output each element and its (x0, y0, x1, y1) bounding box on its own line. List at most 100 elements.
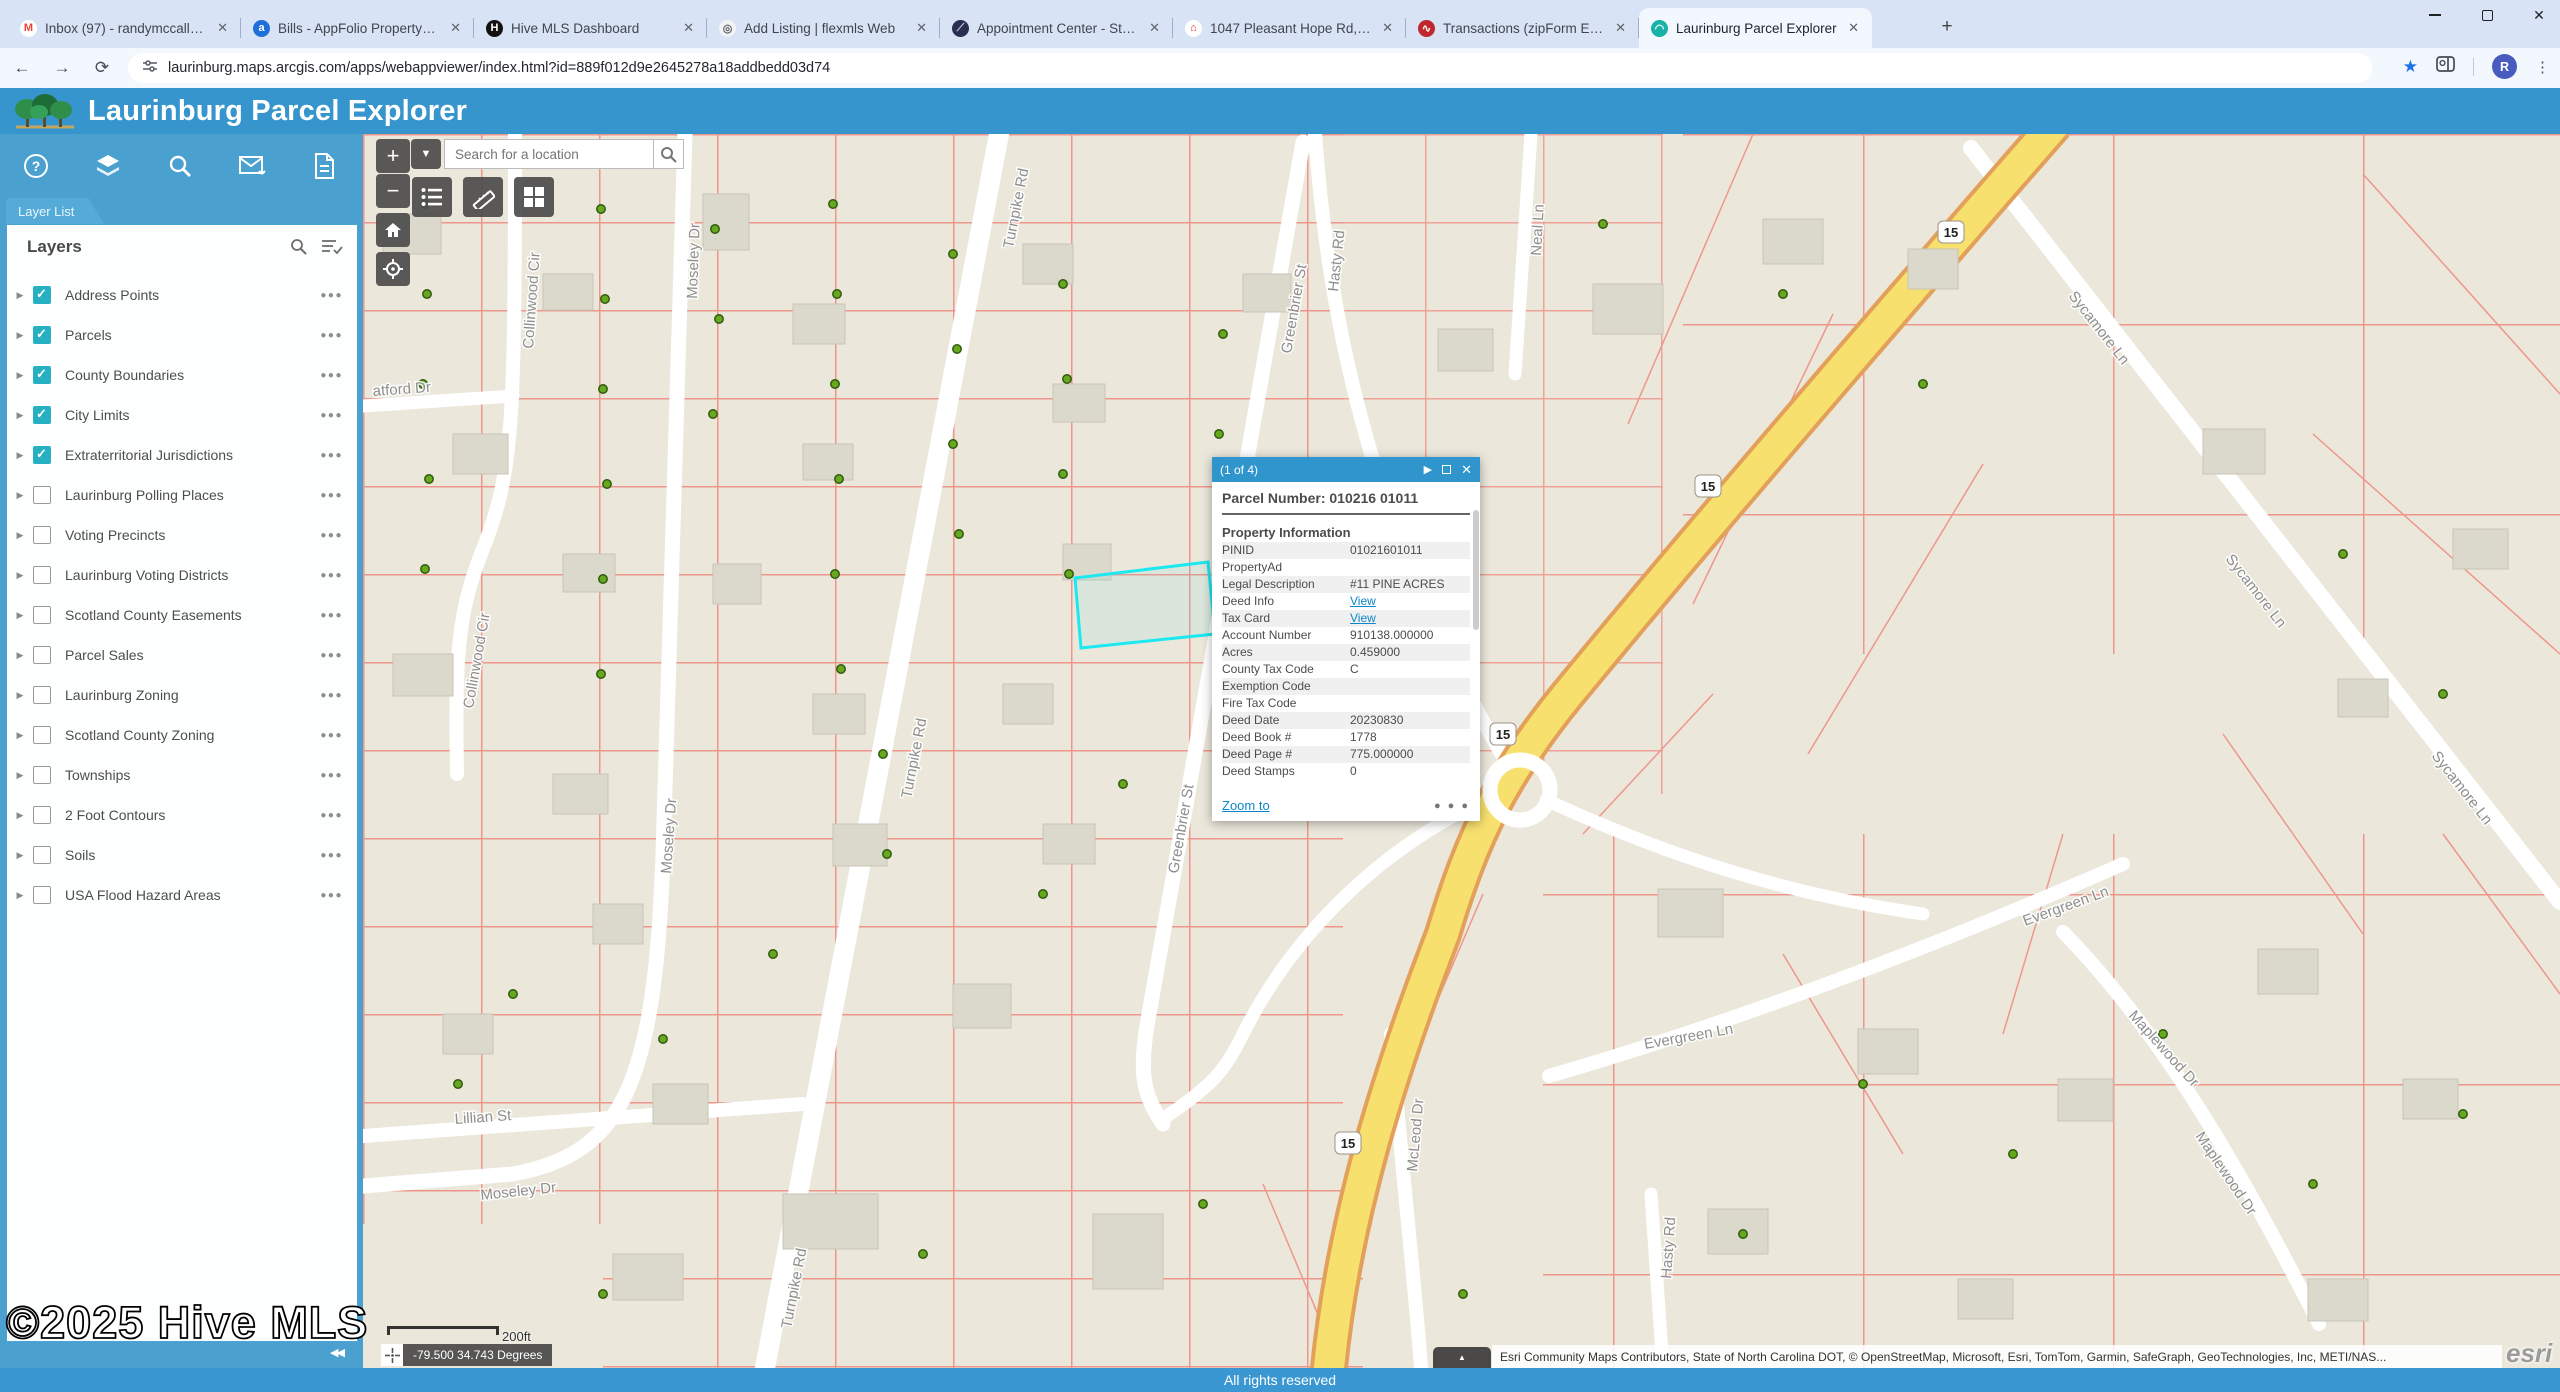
layer-checkbox[interactable] (33, 406, 51, 424)
bookmark-star-icon[interactable]: ★ (2403, 57, 2418, 77)
layer-checkbox[interactable] (33, 686, 51, 704)
layer-checkbox[interactable] (33, 526, 51, 544)
address-point[interactable] (601, 295, 609, 303)
tab-close-icon[interactable]: ✕ (913, 20, 930, 36)
tab-close-icon[interactable]: ✕ (214, 20, 231, 36)
layer-options-icon[interactable]: ●●● (320, 370, 343, 381)
tab-close-icon[interactable]: ✕ (1845, 20, 1862, 36)
layer-options-icon[interactable]: ●●● (320, 490, 343, 501)
address-point[interactable] (597, 670, 605, 678)
expand-arrow-icon[interactable]: ▶ (7, 490, 33, 501)
layer-options-icon[interactable]: ●●● (320, 530, 343, 541)
profile-avatar[interactable]: R (2492, 54, 2517, 79)
layer-options-icon[interactable]: ●●● (320, 290, 343, 301)
address-point[interactable] (1119, 780, 1127, 788)
expand-arrow-icon[interactable]: ▶ (7, 290, 33, 301)
address-point[interactable] (1219, 330, 1227, 338)
address-point[interactable] (955, 530, 963, 538)
expand-arrow-icon[interactable]: ▶ (7, 690, 33, 701)
expand-arrow-icon[interactable]: ▶ (7, 610, 33, 621)
address-point[interactable] (2309, 1180, 2317, 1188)
address-point[interactable] (2439, 690, 2447, 698)
address-point[interactable] (1199, 1200, 1207, 1208)
address-point[interactable] (837, 665, 845, 673)
layer-checkbox[interactable] (33, 886, 51, 904)
address-point[interactable] (1059, 470, 1067, 478)
search-tool-icon[interactable] (144, 153, 216, 179)
address-point[interactable] (1063, 375, 1071, 383)
popup-field-value[interactable]: View (1350, 610, 1470, 627)
layer-filter-icon[interactable] (321, 238, 343, 260)
layer-list-tab[interactable]: Layer List (6, 198, 104, 224)
address-point[interactable] (1215, 430, 1223, 438)
expand-arrow-icon[interactable]: ▶ (7, 890, 33, 901)
layer-checkbox[interactable] (33, 566, 51, 584)
popup-header[interactable]: (1 of 4) ▶ ✕ (1212, 457, 1480, 482)
browser-tab-5[interactable]: ⟋ Appointment Center - Staff - Sh ✕ (940, 8, 1173, 48)
address-point[interactable] (1859, 1080, 1867, 1088)
layer-options-icon[interactable]: ●●● (320, 450, 343, 461)
address-point[interactable] (833, 290, 841, 298)
attribute-table-toggle[interactable]: ▲ (1433, 1347, 1491, 1368)
tab-close-icon[interactable]: ✕ (1612, 20, 1629, 36)
layers-icon[interactable] (72, 152, 144, 180)
location-search-box[interactable] (444, 139, 654, 169)
layer-checkbox[interactable] (33, 366, 51, 384)
browser-menu-icon[interactable]: ⋮ (2535, 58, 2550, 76)
zoom-out-button[interactable]: − (376, 174, 410, 208)
forward-button[interactable]: → (48, 54, 76, 82)
address-point[interactable] (1459, 1290, 1467, 1298)
address-point[interactable] (599, 575, 607, 583)
address-point[interactable] (831, 380, 839, 388)
zoom-in-button[interactable]: + (376, 139, 410, 173)
address-point[interactable] (1739, 1230, 1747, 1238)
address-point[interactable] (949, 250, 957, 258)
address-point[interactable] (454, 1080, 462, 1088)
browser-tab-6[interactable]: ⌂ 1047 Pleasant Hope Rd, Fairmo ✕ (1173, 8, 1406, 48)
back-button[interactable]: ← (8, 54, 36, 82)
layer-checkbox[interactable] (33, 326, 51, 344)
layer-checkbox[interactable] (33, 486, 51, 504)
address-point[interactable] (2339, 550, 2347, 558)
address-point[interactable] (599, 1290, 607, 1298)
tab-close-icon[interactable]: ✕ (1146, 20, 1163, 36)
layer-options-icon[interactable]: ●●● (320, 410, 343, 421)
report-doc-icon[interactable] (288, 152, 360, 180)
search-source-dropdown[interactable]: ▼ (411, 139, 441, 169)
address-point[interactable] (919, 1250, 927, 1258)
address-point[interactable] (659, 1035, 667, 1043)
address-point[interactable] (421, 565, 429, 573)
address-point[interactable] (883, 850, 891, 858)
layer-checkbox[interactable] (33, 806, 51, 824)
basemap-gallery-button[interactable] (514, 177, 554, 217)
address-point[interactable] (2459, 1110, 2467, 1118)
layer-options-icon[interactable]: ●●● (320, 570, 343, 581)
expand-arrow-icon[interactable]: ▶ (7, 810, 33, 821)
layer-options-icon[interactable]: ●●● (320, 770, 343, 781)
address-point[interactable] (423, 290, 431, 298)
address-point[interactable] (709, 410, 717, 418)
side-panel-icon[interactable] (2436, 56, 2455, 77)
window-close-button[interactable]: ✕ (2526, 2, 2552, 28)
expand-arrow-icon[interactable]: ▶ (7, 330, 33, 341)
coordinate-crosshair-icon[interactable] (381, 1344, 403, 1366)
browser-tab-3[interactable]: H Hive MLS Dashboard ✕ (474, 8, 707, 48)
search-submit-button[interactable] (654, 139, 684, 169)
address-point[interactable] (1919, 380, 1927, 388)
sidebar-collapse-button[interactable]: ◀◀ (330, 1346, 343, 1359)
layer-checkbox[interactable] (33, 446, 51, 464)
address-point[interactable] (1039, 890, 1047, 898)
expand-arrow-icon[interactable]: ▶ (7, 530, 33, 541)
expand-arrow-icon[interactable]: ▶ (7, 730, 33, 741)
browser-tab-1[interactable]: M Inbox (97) - randymccalljr@gma ✕ (8, 8, 241, 48)
layer-options-icon[interactable]: ●●● (320, 330, 343, 341)
layer-options-icon[interactable]: ●●● (320, 890, 343, 901)
window-minimize-button[interactable] (2422, 2, 2448, 28)
address-point[interactable] (597, 205, 605, 213)
address-point[interactable] (509, 990, 517, 998)
popup-maximize-icon[interactable] (1442, 465, 1451, 474)
measure-button[interactable] (463, 177, 503, 217)
legend-button[interactable] (412, 177, 452, 217)
home-button[interactable] (376, 213, 410, 247)
address-point[interactable] (711, 225, 719, 233)
